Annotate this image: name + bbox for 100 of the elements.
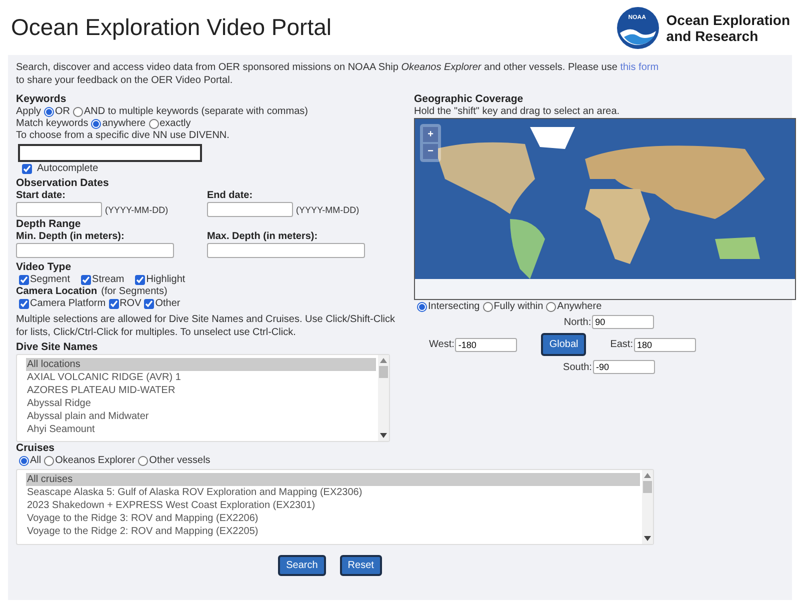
scroll-down-icon[interactable] bbox=[380, 433, 387, 438]
section-heading: Depth Range bbox=[16, 218, 82, 231]
start-date-field[interactable] bbox=[16, 202, 102, 217]
section-heading: Observation Dates bbox=[16, 177, 110, 190]
option-label: All bbox=[30, 455, 42, 467]
noaa-logo-icon bbox=[616, 6, 660, 50]
south-field[interactable]: -90 bbox=[592, 360, 655, 374]
option-label: Anywhere bbox=[557, 301, 602, 313]
dive-site-listbox[interactable]: All locations AXIAL VOLCANIC RIDGE (AVR) 1 AZORES PLATEAU MID-WATER Abyssal Ridge Abyssal plain and Midwater Ahyi Seamount bbox=[16, 354, 390, 442]
radio-button[interactable] bbox=[417, 302, 427, 312]
field-label: Start date: bbox=[16, 190, 66, 201]
scroll-up-icon[interactable] bbox=[644, 473, 651, 478]
field-label: North: bbox=[564, 316, 592, 328]
section-heading: Geographic Coverage bbox=[414, 93, 524, 106]
checkbox[interactable] bbox=[22, 164, 32, 174]
option-label: anywhere bbox=[102, 118, 146, 130]
checkbox-label: Highlight bbox=[146, 274, 186, 286]
north-field[interactable]: 90 bbox=[592, 315, 654, 329]
section-heading: Cruises bbox=[16, 442, 56, 455]
checkbox[interactable] bbox=[144, 299, 154, 309]
east-field[interactable]: 180 bbox=[634, 338, 696, 352]
west-field[interactable]: -180 bbox=[455, 338, 518, 352]
form-button[interactable]: Search bbox=[278, 555, 326, 576]
keyword-input-field[interactable] bbox=[18, 144, 202, 162]
cruise-listbox[interactable] bbox=[16, 469, 654, 545]
max-depth-field[interactable] bbox=[207, 243, 365, 258]
option-label: Other vessels bbox=[149, 455, 210, 467]
option-label: Okeanos Explorer bbox=[55, 455, 136, 467]
radio-button[interactable] bbox=[482, 302, 493, 312]
checkbox-label: Stream bbox=[92, 274, 124, 286]
field-label: Min. Depth (in meters): bbox=[16, 231, 126, 242]
list-item[interactable]: All locations bbox=[26, 358, 376, 371]
section-heading: Video Type bbox=[16, 261, 72, 274]
field-label: West: bbox=[429, 339, 454, 350]
checkbox[interactable] bbox=[19, 275, 29, 285]
option-label: exactly bbox=[160, 118, 191, 130]
scroll-down-icon[interactable] bbox=[644, 536, 651, 541]
list-item[interactable]: Seascape Alaska 5: Gulf of Alaska ROV Exploration and Mapping (EX2306) bbox=[26, 486, 640, 499]
min-depth-field[interactable] bbox=[16, 243, 174, 258]
radio-button[interactable] bbox=[44, 456, 54, 466]
list-item[interactable]: All cruises bbox=[26, 473, 640, 486]
zoom-in-button[interactable]: + bbox=[423, 127, 438, 142]
field-label: Max. Depth (in meters): bbox=[207, 231, 319, 242]
checkbox-label: Other bbox=[155, 298, 180, 310]
scroll-thumb[interactable] bbox=[643, 481, 652, 493]
radio-button[interactable] bbox=[44, 107, 54, 117]
checkbox[interactable] bbox=[135, 275, 146, 285]
radio-button[interactable] bbox=[138, 456, 148, 466]
list-item[interactable]: Ahyi Seamount bbox=[26, 423, 376, 436]
option-label: OR bbox=[55, 106, 70, 118]
list-item[interactable]: Abyssal plain and Midwater bbox=[26, 410, 376, 423]
hint-text: To choose from a specific dive NN use DIVENN. bbox=[16, 130, 230, 142]
logo-text: Ocean Exploration bbox=[666, 12, 790, 28]
option-label: Apply bbox=[16, 106, 42, 118]
scroll-up-icon[interactable] bbox=[380, 358, 387, 363]
option-label: Intersecting bbox=[428, 301, 480, 313]
option-label: Match keywords bbox=[16, 118, 88, 130]
form-button[interactable]: Reset bbox=[340, 555, 382, 576]
checkbox[interactable] bbox=[81, 275, 92, 285]
radio-button[interactable] bbox=[73, 107, 84, 117]
checkbox-label: ROV bbox=[120, 298, 142, 310]
list-item[interactable]: 2023 Shakedown + EXPRESS West Coast Exploration (EX2301) bbox=[26, 499, 640, 512]
field-label: End date: bbox=[207, 190, 254, 201]
scrollbar[interactable] bbox=[378, 355, 389, 441]
radio-button[interactable] bbox=[546, 302, 556, 312]
option-label: AND to multiple keywords (separate with commas) bbox=[84, 106, 308, 118]
checkbox-label: Autocomplete bbox=[37, 163, 98, 175]
global-button[interactable]: Global bbox=[541, 333, 586, 356]
feedback-link[interactable]: this form bbox=[620, 62, 659, 73]
field-label: South: bbox=[563, 362, 592, 372]
radio-button[interactable] bbox=[91, 119, 102, 129]
list-item[interactable]: AZORES PLATEAU MID-WATER bbox=[26, 384, 376, 397]
list-item[interactable]: Abyssal Ridge bbox=[26, 397, 376, 410]
page-title: Ocean Exploration Video Portal bbox=[11, 14, 332, 41]
checkbox-label: Segment bbox=[30, 274, 70, 286]
list-item[interactable]: AXIAL VOLCANIC RIDGE (AVR) 1 bbox=[26, 371, 376, 384]
world-map-drawing[interactable] bbox=[415, 119, 795, 299]
logo-text: and Research bbox=[666, 28, 758, 44]
list-item[interactable]: Voyage to the Ridge 3: ROV and Mapping (EX2206) bbox=[26, 512, 640, 525]
end-date-field[interactable] bbox=[207, 202, 293, 217]
section-heading: Camera Location bbox=[16, 286, 98, 298]
radio-button[interactable] bbox=[148, 119, 159, 129]
section-heading: Keywords bbox=[16, 93, 68, 106]
format-hint: (YYYY-MM-DD) bbox=[296, 204, 360, 216]
checkbox[interactable] bbox=[19, 299, 29, 309]
radio-button[interactable] bbox=[19, 456, 29, 466]
checkbox-label: Camera Platform bbox=[30, 298, 106, 310]
field-label: East: bbox=[610, 339, 633, 350]
scroll-thumb[interactable] bbox=[379, 366, 388, 378]
zoom-out-button[interactable]: − bbox=[423, 144, 438, 159]
section-heading: Dive Site Names bbox=[16, 341, 99, 354]
hint-text: Hold the "shift" key and drag to select an area. bbox=[414, 106, 621, 118]
option-label: Fully within bbox=[494, 301, 544, 313]
section-note: (for Segments) bbox=[101, 286, 168, 298]
intro-text: Search, discover and access video data from OER sponsored missions on NOAA Ship Okeanos Explorer and other vessels. Please use this form to share your feedback on the OER Video Portal. bbox=[16, 61, 660, 87]
instructions-text: Multiple selections are allowed for Dive Site Names and Cruises. Use Click/Shift-Click for lists, Click/Ctrl-Click for multiples. To unselect use Ctrl-Click. bbox=[16, 313, 396, 339]
checkbox[interactable] bbox=[108, 299, 119, 309]
list-item[interactable]: Voyage to the Ridge 2: ROV and Mapping (EX2205) bbox=[26, 525, 640, 538]
format-hint: (YYYY-MM-DD) bbox=[105, 204, 168, 216]
scrollbar[interactable] bbox=[642, 470, 653, 544]
